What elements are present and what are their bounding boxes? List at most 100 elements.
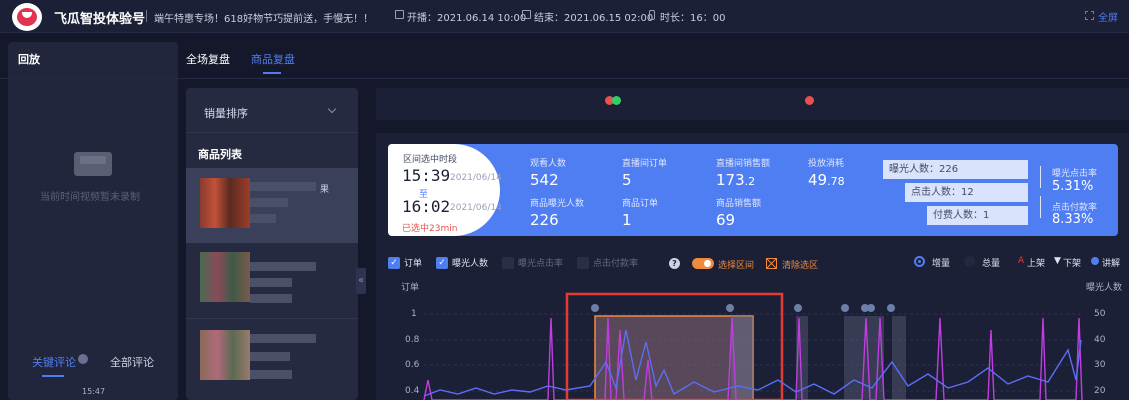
interval-start-date: 2021/06/14 xyxy=(450,173,502,183)
app-name: 飞瓜智投体验号 xyxy=(54,12,146,27)
funnel-exposure: 曝光人数：226 xyxy=(883,160,1028,179)
product-list-title: 商品列表 xyxy=(198,148,242,161)
list-on-icon: A xyxy=(1018,256,1025,266)
metric-value: 173.2 xyxy=(716,171,756,189)
live-title: 端午特惠专场！618好物节巧提前送，手慢无！！ xyxy=(154,14,374,25)
interval-title: 区间选中时段 xyxy=(403,155,458,165)
explain-marker[interactable] xyxy=(591,304,599,312)
comment-time: 15:47 xyxy=(82,387,106,396)
gray-band xyxy=(892,316,906,400)
divider xyxy=(186,318,358,319)
metric-label: 直播间订单 xyxy=(622,159,668,169)
info-icon[interactable] xyxy=(78,354,88,364)
metric-value: 5 xyxy=(622,171,632,189)
select-range-label[interactable]: 选择区间 xyxy=(718,258,754,271)
funnel-click: 点击人数：12 xyxy=(905,183,1028,202)
increment-label[interactable]: 增量 xyxy=(932,256,950,269)
fullscreen-button[interactable]: 全屏 xyxy=(1098,9,1118,24)
select-range-toggle[interactable] xyxy=(692,258,714,269)
interval-end-date: 2021/06/14 xyxy=(450,203,502,213)
calendar-icon xyxy=(522,10,531,19)
tab-underline xyxy=(263,72,281,74)
tab-product-review[interactable]: 商品复盘 xyxy=(251,51,295,67)
metric-label: 投放消耗 xyxy=(808,159,845,169)
product-thumbnail xyxy=(200,178,250,228)
inbox-icon xyxy=(74,152,112,176)
metric-value: 69 xyxy=(716,211,736,229)
tab-divider xyxy=(0,78,1129,79)
list-off-icon: ▼ xyxy=(1054,256,1061,266)
event-dot[interactable] xyxy=(805,96,814,105)
collapse-arrow-icon[interactable]: « xyxy=(356,268,366,294)
product-name-blur xyxy=(250,334,316,343)
replay-panel xyxy=(8,42,178,400)
product-info-blur xyxy=(250,294,292,303)
metric-label: 观看人数 xyxy=(530,159,567,169)
checkbox-order[interactable]: ✓ 订单 xyxy=(388,256,422,269)
tab-overall-review[interactable]: 全场复盘 xyxy=(186,51,230,67)
funnel-arrow-icon xyxy=(1040,196,1041,218)
metric-value: 542 xyxy=(530,171,559,189)
replay-title: 回放 xyxy=(18,53,40,66)
trend-chart[interactable] xyxy=(376,290,1129,400)
funnel-arrow-icon xyxy=(1040,166,1041,188)
clear-range-button[interactable]: 清除选区 xyxy=(782,258,818,271)
divider xyxy=(186,132,358,133)
checkbox-exposure[interactable]: ✓ 曝光人数 xyxy=(436,256,488,269)
list-on-legend[interactable]: 上架 xyxy=(1027,256,1045,269)
product-name-suffix: 果 xyxy=(320,185,330,195)
fullscreen-icon[interactable] xyxy=(1085,11,1094,20)
product-info-blur xyxy=(250,278,292,287)
duration: 时长：16：00 xyxy=(660,13,726,24)
radio-total[interactable] xyxy=(964,256,975,267)
metric-label: 商品订单 xyxy=(622,199,659,209)
metric-label: 直播间销售额 xyxy=(716,159,771,169)
metric-label: 商品销售额 xyxy=(716,199,762,209)
hourglass-icon xyxy=(649,10,655,20)
event-dot[interactable] xyxy=(612,96,621,105)
metric-value: 1 xyxy=(622,211,632,229)
checkbox-pay-rate[interactable]: 点击付款率 xyxy=(577,256,638,269)
explain-marker[interactable] xyxy=(887,304,895,312)
sort-select[interactable]: 销量排序 xyxy=(204,105,248,121)
product-info-blur xyxy=(250,198,288,207)
rate-value: 8.33% xyxy=(1052,212,1094,227)
rate-value: 5.31% xyxy=(1052,179,1094,194)
tab-key-comments[interactable]: 关键评论 xyxy=(32,354,76,370)
tab-underline xyxy=(42,375,64,377)
product-info-blur xyxy=(250,352,290,361)
total-label[interactable]: 总量 xyxy=(982,256,1000,269)
interval-start-time: 15:39 xyxy=(402,166,451,185)
product-info-blur xyxy=(250,370,292,379)
explain-legend[interactable]: 讲解 xyxy=(1102,256,1120,269)
checkbox-click-rate[interactable]: 曝光点击率 xyxy=(502,256,563,269)
start-time: 开播：2021.06.14 10:00 xyxy=(407,13,527,24)
product-thumbnail xyxy=(200,330,250,380)
interval-selected: 已选中23min xyxy=(402,224,458,234)
metric-value: 49.78 xyxy=(808,171,845,189)
calendar-icon xyxy=(395,10,404,19)
metric-label: 商品曝光人数 xyxy=(530,199,585,209)
clear-range-icon[interactable] xyxy=(766,258,777,269)
explain-marker[interactable] xyxy=(867,304,875,312)
empty-video-text: 当前时间视频暂未录制 xyxy=(40,192,140,203)
explain-marker[interactable] xyxy=(726,304,734,312)
funnel-pay: 付费人数：1 xyxy=(927,206,1028,225)
logo-icon xyxy=(12,3,42,31)
help-icon[interactable]: ? xyxy=(669,258,680,269)
product-name-blur xyxy=(250,182,316,191)
explain-marker[interactable] xyxy=(841,304,849,312)
tab-all-comments[interactable]: 全部评论 xyxy=(110,354,154,370)
product-info-blur xyxy=(250,214,276,223)
interval-end-time: 16:02 xyxy=(402,197,451,216)
list-off-legend[interactable]: 下架 xyxy=(1063,256,1081,269)
event-strip xyxy=(376,88,1129,120)
metric-value: 226 xyxy=(530,211,559,229)
product-name-blur xyxy=(250,262,316,271)
explain-marker[interactable] xyxy=(794,304,802,312)
radio-increment[interactable] xyxy=(914,256,925,267)
product-thumbnail xyxy=(200,252,250,302)
rate-label: 曝光点击率 xyxy=(1052,169,1098,179)
end-time: 结束：2021.06.15 02:00 xyxy=(534,13,654,24)
divider xyxy=(146,10,147,22)
